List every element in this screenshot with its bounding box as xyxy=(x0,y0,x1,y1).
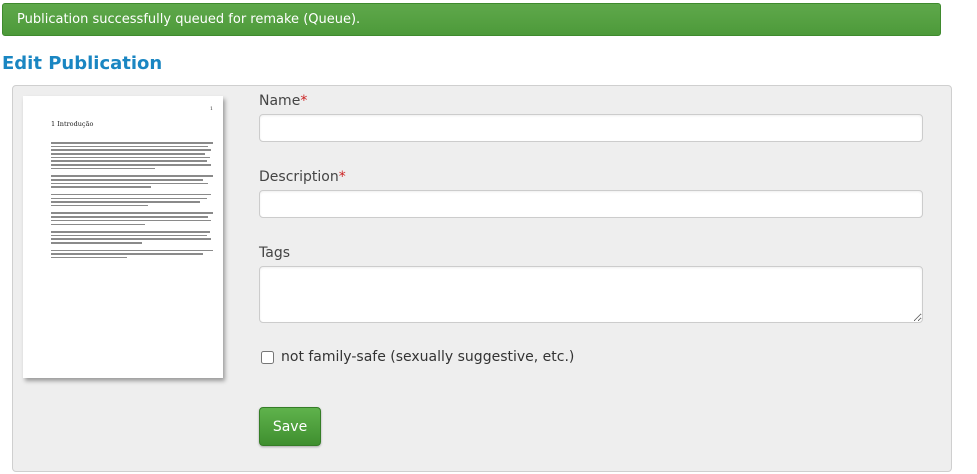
preview-chapter-heading: 1 Introdução xyxy=(51,120,94,128)
preview-text-line xyxy=(51,256,128,259)
preview-text-line xyxy=(51,204,149,207)
save-button[interactable]: Save xyxy=(259,407,321,446)
page-title: Edit Publication xyxy=(2,53,163,74)
preview-text-line xyxy=(51,231,210,233)
edit-form-panel: 1 1 Introdução Name* Description* Tags n… xyxy=(12,85,952,472)
preview-paragraph xyxy=(51,231,213,244)
preview-text-line xyxy=(51,149,212,151)
preview-text-line xyxy=(51,197,207,200)
tags-textarea[interactable] xyxy=(259,266,923,323)
alert-message: Publication successfully queued for rema… xyxy=(17,12,361,27)
family-safe-checkbox[interactable] xyxy=(261,350,274,364)
document-preview-thumbnail[interactable]: 1 1 Introdução xyxy=(23,96,223,378)
preview-text-line xyxy=(51,182,209,185)
preview-text-line xyxy=(51,142,213,144)
preview-paragraph xyxy=(51,175,213,188)
preview-text-line xyxy=(51,175,213,177)
preview-text-line xyxy=(51,145,209,148)
preview-text-line xyxy=(51,223,145,225)
preview-text-line xyxy=(51,186,152,188)
preview-text-line xyxy=(51,179,204,181)
preview-text-line xyxy=(51,216,209,218)
preview-paragraph xyxy=(51,193,213,207)
preview-text-line xyxy=(51,156,210,159)
name-input[interactable] xyxy=(259,114,923,142)
description-label: Description* xyxy=(259,169,346,185)
preview-text-line xyxy=(51,249,213,252)
preview-paragraph xyxy=(51,142,213,170)
family-safe-option[interactable]: not family-safe (sexually suggestive, et… xyxy=(261,349,574,365)
preview-text-line xyxy=(51,164,212,166)
preview-text-line xyxy=(51,167,155,170)
preview-text-line xyxy=(51,201,201,203)
preview-text-line xyxy=(51,212,213,214)
preview-text-line xyxy=(51,153,205,155)
preview-text-line xyxy=(51,242,142,244)
tags-label: Tags xyxy=(259,245,290,261)
success-alert: Publication successfully queued for rema… xyxy=(2,3,941,36)
preview-paragraph xyxy=(51,249,213,259)
description-input[interactable] xyxy=(259,190,923,218)
required-marker: * xyxy=(300,93,308,109)
preview-text-line xyxy=(51,193,212,196)
family-safe-label: not family-safe (sexually suggestive, et… xyxy=(281,349,575,365)
required-marker: * xyxy=(338,169,346,185)
preview-page-number: 1 xyxy=(209,106,213,112)
preview-text-line xyxy=(51,238,212,240)
name-label: Name* xyxy=(259,93,308,109)
preview-text-line xyxy=(51,160,207,162)
preview-body-text xyxy=(33,142,213,259)
preview-text-line xyxy=(51,219,212,222)
preview-text-line xyxy=(51,234,207,237)
preview-paragraph xyxy=(51,212,213,225)
preview-text-line xyxy=(51,253,204,255)
